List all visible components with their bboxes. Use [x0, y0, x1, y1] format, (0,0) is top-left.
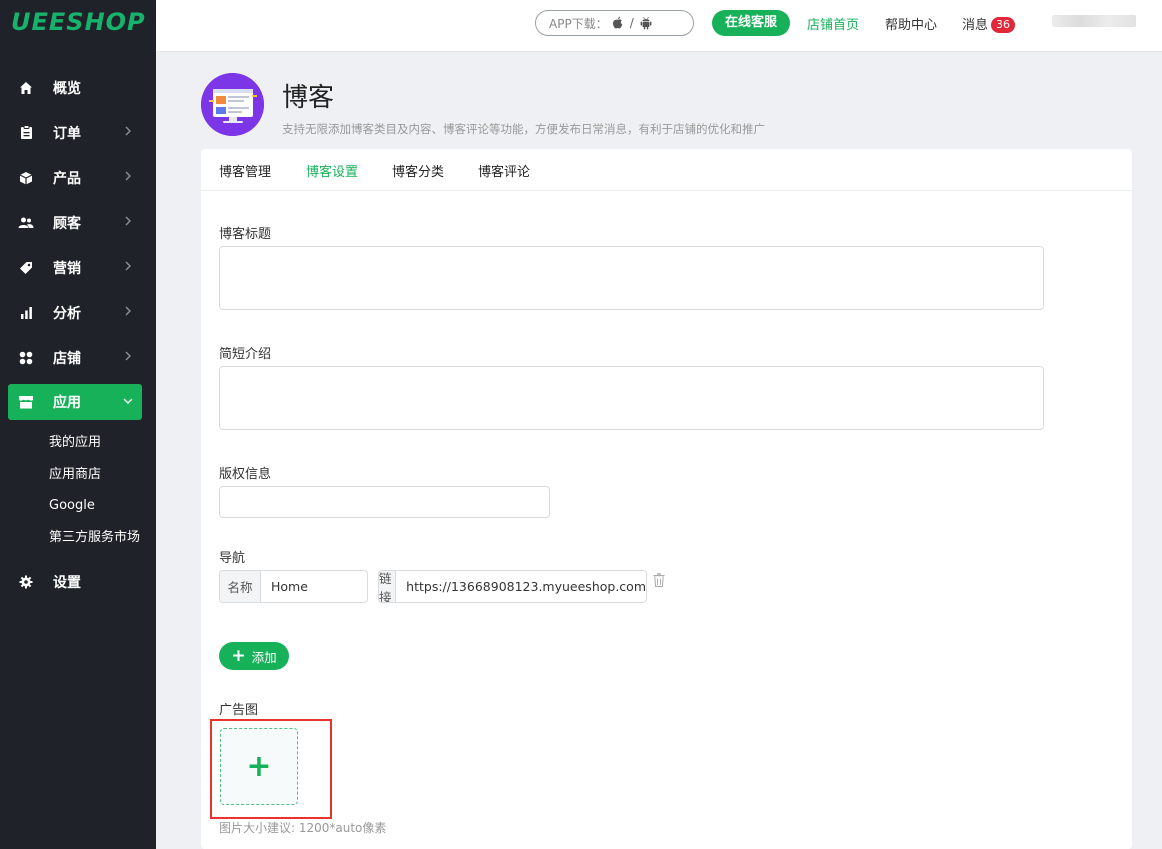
banner-size-hint: 图片大小建议: 1200*auto像素 — [219, 821, 387, 835]
chevron-right-icon — [125, 216, 131, 226]
page-title: 博客 — [282, 83, 335, 113]
sidebar-nav: 概览 订单 产品 顾客 营销 分析 店铺 应用 我的应用 应用商店 Google… — [0, 65, 156, 604]
blog-app-icon — [201, 73, 264, 136]
message-count-badge: 36 — [991, 17, 1016, 33]
sidebar-item-label: 顾客 — [53, 215, 81, 232]
nav-link-group: 链接 https://13668908123.myueeshop.com — [378, 570, 647, 603]
sidebar-item-label: 营销 — [53, 260, 81, 277]
trash-icon[interactable] — [653, 573, 665, 587]
intro-field[interactable] — [219, 366, 1044, 430]
sidebar-item-label: 设置 — [53, 574, 81, 591]
chevron-down-icon — [123, 398, 133, 404]
sidebar-item-overview[interactable]: 概览 — [0, 65, 156, 110]
sidebar-item-label: 产品 — [53, 170, 81, 187]
banner-upload[interactable]: + — [220, 728, 298, 805]
subnav-third-party[interactable]: 第三方服务市场 — [0, 522, 156, 554]
copyright-field[interactable] — [219, 486, 550, 518]
sidebar-item-customers[interactable]: 顾客 — [0, 200, 156, 245]
nav-link-input[interactable]: https://13668908123.myueeshop.com — [396, 571, 646, 602]
sidebar-item-apps[interactable]: 应用 — [8, 384, 142, 420]
sidebar-item-settings[interactable]: 设置 — [0, 559, 156, 604]
top-bar: APP下载： / 在线客服 店铺首页 帮助中心 消息 36 — [156, 0, 1162, 52]
nav-link-addon: 链接 — [379, 571, 397, 602]
user-account[interactable] — [1052, 15, 1136, 27]
tag-icon — [17, 259, 35, 277]
chevron-right-icon — [125, 306, 131, 316]
banner-label: 广告图 — [219, 703, 259, 718]
nav-label: 导航 — [219, 551, 246, 566]
store-icon — [17, 393, 35, 411]
add-button-label: 添加 — [251, 649, 277, 665]
logo[interactable]: UEESHOP — [0, 0, 156, 46]
plus-icon: + — [246, 748, 272, 784]
clipboard-icon — [17, 124, 35, 142]
chevron-right-icon — [125, 171, 131, 181]
app-download[interactable]: APP下载： / — [535, 10, 694, 36]
cube-icon — [17, 169, 35, 187]
apps-submenu: 我的应用 应用商店 Google 第三方服务市场 — [0, 425, 156, 559]
messages-label: 消息 — [962, 18, 989, 33]
plus-icon: + — [231, 645, 246, 666]
sidebar-item-label: 订单 — [53, 125, 81, 142]
add-nav-button[interactable]: + 添加 — [219, 642, 289, 670]
sidebar-item-analytics[interactable]: 分析 — [0, 290, 156, 335]
sidebar-item-label: 概览 — [53, 80, 81, 97]
blog-title-label: 博客标题 — [219, 227, 272, 242]
tab-blog-comments[interactable]: 博客评论 — [478, 161, 530, 180]
gear-icon — [17, 573, 35, 591]
messages-link[interactable]: 消息 36 — [962, 14, 1016, 33]
sidebar-item-orders[interactable]: 订单 — [0, 110, 156, 155]
tab-blog-settings[interactable]: 博客设置 — [306, 161, 358, 180]
nav-name-group: 名称 Home — [219, 570, 368, 603]
tab-blog-manage[interactable]: 博客管理 — [219, 161, 271, 180]
subnav-google[interactable]: Google — [0, 490, 156, 522]
sidebar-item-products[interactable]: 产品 — [0, 155, 156, 200]
home-icon — [17, 79, 35, 97]
users-icon — [17, 214, 35, 232]
chevron-right-icon — [125, 126, 131, 136]
android-icon[interactable] — [640, 16, 652, 30]
chevron-right-icon — [125, 261, 131, 271]
sidebar-item-store[interactable]: 店铺 — [0, 335, 156, 380]
tab-bar: 博客管理 博客设置 博客分类 博客评论 — [201, 149, 1132, 191]
sidebar-item-label: 分析 — [53, 305, 81, 322]
sidebar: UEESHOP 概览 订单 产品 顾客 营销 分析 店铺 应用 我的应用 应用商… — [0, 0, 156, 849]
sidebar-item-label: 店铺 — [53, 350, 81, 367]
chevron-right-icon — [125, 351, 131, 361]
apple-icon[interactable] — [612, 16, 624, 30]
app-download-label: APP下载： — [549, 16, 608, 31]
subnav-app-store[interactable]: 应用商店 — [0, 459, 156, 491]
main-panel: 博客管理 博客设置 博客分类 博客评论 博客标题 简短介绍 版权信息 导航 名称… — [201, 149, 1132, 849]
tab-blog-categories[interactable]: 博客分类 — [392, 161, 444, 180]
sidebar-item-label: 应用 — [53, 395, 81, 411]
grid-icon — [17, 349, 35, 367]
page-description: 支持无限添加博客类目及内容、博客评论等功能，方便发布日常消息，有利于店铺的优化和… — [282, 122, 765, 136]
nav-name-input[interactable]: Home — [261, 571, 367, 602]
bar-chart-icon — [17, 304, 35, 322]
help-center-link[interactable]: 帮助中心 — [885, 14, 937, 33]
subnav-my-apps[interactable]: 我的应用 — [0, 427, 156, 459]
store-home-link[interactable]: 店铺首页 — [807, 14, 859, 33]
blog-title-field[interactable] — [219, 246, 1044, 310]
app-sep: / — [629, 16, 634, 30]
online-service-button[interactable]: 在线客服 — [712, 10, 790, 36]
sidebar-item-marketing[interactable]: 营销 — [0, 245, 156, 290]
nav-name-addon: 名称 — [220, 571, 261, 602]
intro-label: 简短介绍 — [219, 347, 272, 362]
copyright-label: 版权信息 — [219, 467, 272, 482]
